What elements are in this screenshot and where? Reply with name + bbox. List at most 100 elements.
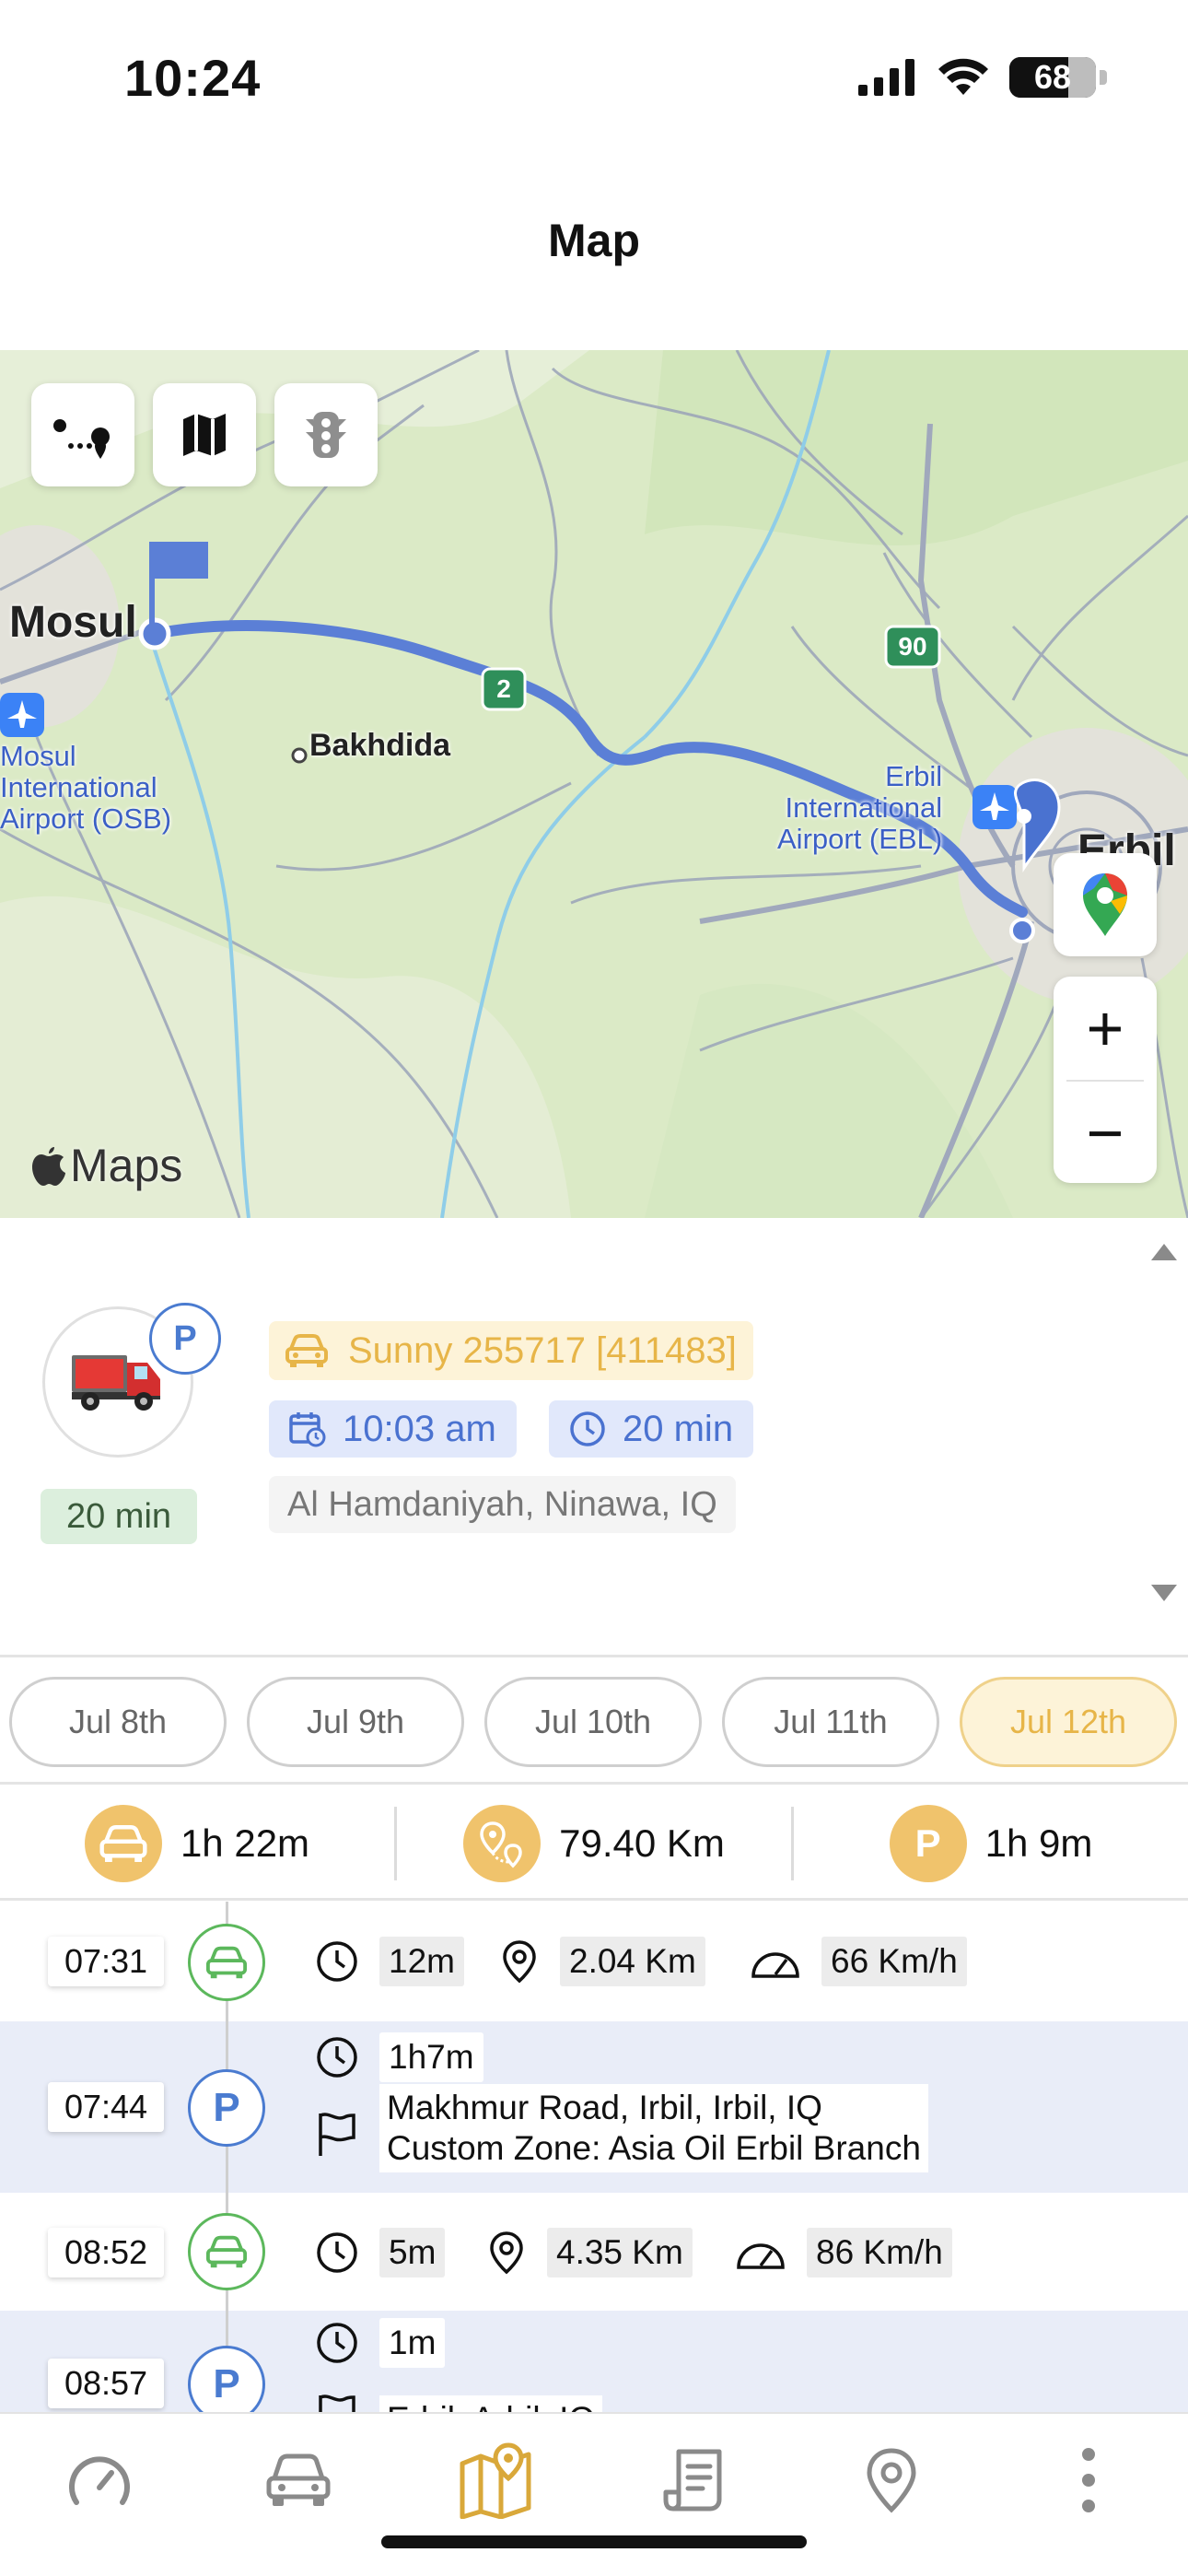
vehicle-name-chip[interactable]: Sunny 255717 [411483]	[269, 1321, 753, 1380]
park-duration: 1h7m	[315, 2032, 483, 2082]
vehicle-address: Al Hamdaniyah, Ninawa, IQ	[269, 1476, 736, 1533]
clock-icon	[317, 2232, 357, 2273]
timeline-time: 08:52	[48, 2228, 164, 2277]
flag-icon	[319, 2395, 355, 2412]
timeline-row[interactable]: 07:31 12m 2.04 Km 66 Km/h	[0, 1902, 1188, 2021]
car-icon	[266, 2453, 331, 2506]
date-tabs: Jul 8th Jul 9th Jul 10th Jul 11th Jul 12…	[9, 1677, 1188, 1769]
date-tab-jul-8[interactable]: Jul 8th	[9, 1677, 227, 1767]
start-time: 10:03 am	[343, 1408, 496, 1449]
map-label-mosul: Mosul	[9, 598, 137, 647]
location-pin-icon	[503, 1940, 536, 1984]
battery-icon: 68	[1009, 57, 1096, 98]
wifi-icon	[938, 58, 988, 95]
timeline-time: 07:44	[48, 2082, 164, 2132]
start-time-chip: 10:03 am	[269, 1400, 517, 1458]
nav-reports[interactable]	[648, 2434, 740, 2526]
timeline-time: 08:57	[48, 2359, 164, 2408]
clock-icon	[570, 1411, 605, 1446]
date-tab-jul-11[interactable]: Jul 11th	[722, 1677, 939, 1767]
summary-distance: 79.40 Km	[397, 1805, 791, 1882]
home-indicator	[381, 2535, 807, 2548]
nav-vehicles[interactable]	[252, 2434, 344, 2526]
trip-duration: 5m	[315, 2228, 446, 2277]
route-distance-icon	[463, 1805, 542, 1882]
collapse-caret-icon[interactable]	[1151, 1244, 1177, 1260]
parking-badge-icon: P	[889, 1805, 967, 1882]
signal-icon	[858, 59, 914, 96]
map-icon	[183, 414, 226, 456]
park-duration: 1m	[315, 2318, 446, 2368]
nav-map[interactable]	[449, 2434, 542, 2526]
parking-event-icon: P	[188, 2346, 265, 2412]
zoom-out-button[interactable]: −	[1054, 1082, 1157, 1185]
date-tab-jul-9[interactable]: Jul 9th	[247, 1677, 464, 1767]
car-badge-icon	[84, 1805, 162, 1882]
timeline-row[interactable]: 08:57 P 1m Erbil, Arbil, IQ	[0, 2311, 1188, 2412]
vehicle-card[interactable]: P 20 min Sunny 255717 [411483] 10:03 am …	[0, 1218, 1188, 1655]
vehicle-name: Sunny 255717 [411483]	[348, 1329, 737, 1371]
park-address: Erbil, Arbil, IQ	[379, 2395, 603, 2412]
map-label-mosul-airport: Mosul International Airport (OSB)	[0, 740, 172, 835]
trip-duration: 12m	[315, 1937, 464, 1986]
trip-speed: 66 Km/h	[750, 1937, 967, 1986]
park-address: Makhmur Road, Irbil, Irbil, IQ Custom Zo…	[379, 2084, 928, 2172]
google-maps-icon	[1083, 873, 1127, 936]
map-label-erbil-airport: Erbil International Airport (EBL)	[777, 760, 943, 855]
status-icons: 68	[858, 57, 1107, 98]
calendar-clock-icon	[289, 1412, 326, 1447]
more-vertical-icon	[1082, 2448, 1095, 2512]
date-tab-jul-10[interactable]: Jul 10th	[484, 1677, 702, 1767]
speedometer-icon	[69, 2456, 130, 2505]
zoom-in-button[interactable]: +	[1054, 977, 1157, 1080]
elapsed-chip: 20 min	[549, 1400, 754, 1458]
trip-distance: 4.35 Km	[486, 2228, 693, 2277]
nav-more[interactable]	[1042, 2434, 1135, 2526]
parking-status-badge: P	[149, 1303, 221, 1375]
trip-summary: 1h 22m 79.40 Km P 1h 9m	[0, 1789, 1188, 1898]
divider	[0, 1782, 1188, 1785]
nav-locations[interactable]	[845, 2434, 938, 2526]
trip-timeline[interactable]: 07:31 12m 2.04 Km 66 Km/h 07:44 P 1h7m M…	[0, 1902, 1188, 2412]
summary-drive-time: 1h 22m	[0, 1805, 394, 1882]
summary-park-time: P 1h 9m	[794, 1805, 1188, 1882]
zoom-controls: + −	[1054, 977, 1157, 1183]
battery-level: 68	[1033, 58, 1072, 96]
speedometer-icon	[751, 1952, 799, 1978]
map-view[interactable]: Mosul Bakhdida Erbil Mosul International…	[0, 350, 1188, 1218]
timeline-row[interactable]: 07:44 P 1h7m Makhmur Road, Irbil, Irbil,…	[0, 2021, 1188, 2193]
timeline-time: 07:31	[48, 1937, 164, 1986]
traffic-button[interactable]	[274, 383, 378, 486]
speedometer-icon	[737, 2243, 785, 2269]
divider	[0, 1898, 1188, 1901]
route-toggle-button[interactable]	[31, 383, 134, 486]
map-pin-icon	[460, 2442, 531, 2519]
flag-icon	[319, 2113, 355, 2156]
parking-event-icon: P	[188, 2069, 265, 2147]
location-pin-icon	[867, 2448, 916, 2513]
drive-event-icon	[188, 2213, 265, 2290]
bottom-nav	[0, 2412, 1188, 2576]
route-points-icon	[53, 419, 110, 459]
page-title: Map	[548, 215, 640, 266]
status-bar: 10:24 68	[0, 0, 1188, 157]
road-shield-90-label: 90	[898, 632, 927, 661]
status-time: 10:24	[124, 49, 262, 107]
clock-icon	[317, 2037, 357, 2078]
open-google-maps-button[interactable]	[1054, 853, 1157, 956]
truck-icon	[72, 1355, 160, 1411]
date-tab-jul-12[interactable]: Jul 12th	[960, 1677, 1177, 1767]
apple-logo-icon	[32, 1147, 65, 1186]
map-type-button[interactable]	[153, 383, 256, 486]
traffic-light-icon	[306, 412, 346, 458]
report-icon	[663, 2449, 722, 2512]
location-pin-icon	[490, 2231, 523, 2275]
nav-dashboard[interactable]	[53, 2434, 146, 2526]
car-icon	[285, 1334, 328, 1367]
timeline-row[interactable]: 08:52 5m 4.35 Km 86 Km/h	[0, 2193, 1188, 2311]
status-duration-badge: 20 min	[41, 1489, 197, 1544]
expand-caret-icon[interactable]	[1151, 1585, 1177, 1601]
divider	[0, 1655, 1188, 1657]
clock-icon	[317, 1941, 357, 1982]
elapsed-time: 20 min	[623, 1408, 734, 1449]
